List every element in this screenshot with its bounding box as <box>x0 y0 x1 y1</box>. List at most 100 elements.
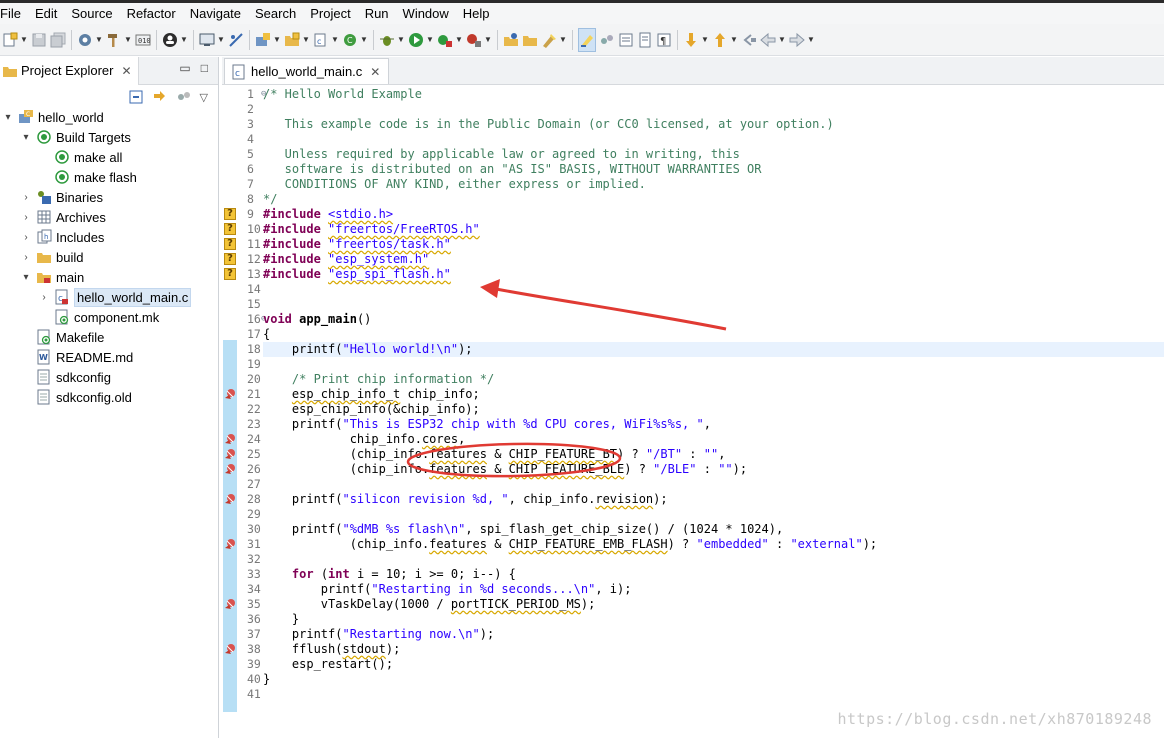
binary-button[interactable]: 010 <box>135 28 151 52</box>
code-line[interactable] <box>263 297 1164 312</box>
code-line[interactable]: Unless required by applicable law or agr… <box>263 147 1164 162</box>
tree-item-sdkconfig[interactable]: sdkconfig <box>0 367 111 387</box>
view-menu-chevron-down-icon[interactable]: ▽ <box>200 91 208 104</box>
last-edit-button[interactable] <box>741 28 757 52</box>
menu-help[interactable]: Help <box>456 3 497 24</box>
warning-marker-icon[interactable]: ? <box>224 208 236 220</box>
chevron-down-icon[interactable]: ▼ <box>701 35 709 44</box>
chevron-down-icon[interactable]: ▼ <box>397 35 405 44</box>
show-whitespace-button[interactable] <box>599 28 615 52</box>
code-line[interactable]: printf("This is ESP32 chip with %d CPU c… <box>263 417 1164 432</box>
code-line[interactable]: (chip_info.features & CHIP_FEATURE_BT) ?… <box>263 447 1164 462</box>
code-line[interactable] <box>263 132 1164 147</box>
tree-item-build[interactable]: › build <box>0 247 83 267</box>
code-line[interactable]: software is distributed on an "AS IS" BA… <box>263 162 1164 177</box>
code-line[interactable]: This example code is in the Public Domai… <box>263 117 1164 132</box>
tree-item-main[interactable]: ▾ main <box>0 267 84 287</box>
code-line[interactable]: #include "freertos/FreeRTOS.h" <box>263 222 1164 237</box>
tree-item-sdkconfig-old[interactable]: sdkconfig.old <box>0 387 132 407</box>
chevron-down-icon[interactable]: ▼ <box>455 35 463 44</box>
new-project-button[interactable]: ▼ <box>255 28 281 52</box>
code-line[interactable]: printf("Hello world!\n"); <box>263 342 1164 357</box>
next-annotation-button[interactable]: ▼ <box>683 28 709 52</box>
error-marker-icon[interactable] <box>224 598 236 610</box>
project-explorer-tab[interactable]: Project Explorer ✕ <box>0 56 139 85</box>
prev-annotation-button[interactable]: ▼ <box>712 28 738 52</box>
save-button[interactable] <box>31 28 47 52</box>
code-line[interactable] <box>263 687 1164 702</box>
code-line[interactable]: printf("Restarting in %d seconds...\n", … <box>263 582 1164 597</box>
show-pilcrow-button[interactable]: ¶ <box>656 28 672 52</box>
chevron-down-icon[interactable]: ▼ <box>273 35 281 44</box>
error-marker-icon[interactable] <box>224 538 236 550</box>
error-marker-icon[interactable] <box>224 433 236 445</box>
expand-down-icon[interactable]: ▾ <box>2 112 14 123</box>
menu-edit[interactable]: Edit <box>28 3 64 24</box>
error-marker-icon[interactable] <box>224 493 236 505</box>
tree-item-component-mk[interactable]: component.mk <box>0 307 159 327</box>
chevron-down-icon[interactable]: ▼ <box>807 35 815 44</box>
mark-occurrences-button[interactable] <box>578 27 596 52</box>
code-line[interactable]: { <box>263 327 1164 342</box>
code-line[interactable] <box>263 507 1164 522</box>
expand-right-icon[interactable]: › <box>20 192 32 203</box>
debug-button[interactable]: ▼ <box>379 28 405 52</box>
error-marker-icon[interactable] <box>224 463 236 475</box>
chevron-down-icon[interactable]: ▼ <box>95 35 103 44</box>
chevron-down-icon[interactable]: ▼ <box>778 35 786 44</box>
menu-search[interactable]: Search <box>248 3 303 24</box>
warning-marker-icon[interactable]: ? <box>224 238 236 250</box>
chevron-down-icon[interactable]: ▼ <box>559 35 567 44</box>
code-line[interactable]: for (int i = 10; i >= 0; i--) { <box>263 567 1164 582</box>
new-source-button[interactable]: c ▼ <box>313 28 339 52</box>
new-class-button[interactable]: C ▼ <box>342 28 368 52</box>
menu-source[interactable]: Source <box>64 3 119 24</box>
open-folder-button[interactable] <box>522 28 538 52</box>
menu-navigate[interactable]: Navigate <box>183 3 248 24</box>
editor-tab-hello-world-main[interactable]: c hello_world_main.c ✕ <box>224 58 390 84</box>
code-line[interactable]: chip_info.cores, <box>263 432 1164 447</box>
code-line[interactable] <box>263 282 1164 297</box>
terminal-button[interactable]: ▼ <box>199 28 225 52</box>
menu-run[interactable]: Run <box>358 3 396 24</box>
annotation-gutter[interactable]: ????? <box>222 85 241 738</box>
save-all-button[interactable] <box>50 28 66 52</box>
chevron-down-icon[interactable]: ▼ <box>302 35 310 44</box>
minimize-icon[interactable]: ▭ <box>179 61 190 75</box>
code-line[interactable]: (chip_info.features & CHIP_FEATURE_BLE) … <box>263 462 1164 477</box>
chevron-down-icon[interactable]: ▼ <box>20 35 28 44</box>
expand-down-icon[interactable]: ▾ <box>20 272 32 283</box>
menu-project[interactable]: Project <box>303 3 357 24</box>
external-tools-button[interactable]: ▼ <box>437 28 463 52</box>
code-line[interactable]: esp_chip_info_t chip_info; <box>263 387 1164 402</box>
chevron-down-icon[interactable]: ▼ <box>484 35 492 44</box>
new-folder-button[interactable]: ▼ <box>284 28 310 52</box>
code-line[interactable] <box>263 477 1164 492</box>
code-line[interactable]: printf("silicon revision %d, ", chip_inf… <box>263 492 1164 507</box>
menu-window[interactable]: Window <box>396 3 456 24</box>
menu-file[interactable]: File <box>0 3 28 24</box>
code-line[interactable]: } <box>263 672 1164 687</box>
code-line[interactable]: fflush(stdout); <box>263 642 1164 657</box>
close-icon[interactable]: ✕ <box>121 64 131 78</box>
search-button[interactable]: ▼ <box>541 28 567 52</box>
expand-right-icon[interactable]: › <box>20 232 32 243</box>
forward-button[interactable]: ▼ <box>789 28 815 52</box>
tree-item-binaries[interactable]: › Binaries <box>0 187 103 207</box>
collapse-all-icon[interactable] <box>128 89 144 105</box>
chevron-down-icon[interactable]: ▼ <box>180 35 188 44</box>
warning-marker-icon[interactable]: ? <box>224 223 236 235</box>
open-type-button[interactable] <box>503 28 519 52</box>
error-marker-icon[interactable] <box>224 643 236 655</box>
profile-button[interactable]: ▼ <box>466 28 492 52</box>
block-selection-button[interactable] <box>618 28 634 52</box>
code-line[interactable] <box>263 552 1164 567</box>
expand-down-icon[interactable]: ▾ <box>20 132 32 143</box>
tree-item-hello-world[interactable]: ▾ Chello_world <box>0 107 103 127</box>
code-line[interactable]: (chip_info.features & CHIP_FEATURE_EMB_F… <box>263 537 1164 552</box>
chevron-down-icon[interactable]: ▼ <box>360 35 368 44</box>
chevron-down-icon[interactable]: ▼ <box>331 35 339 44</box>
code-line[interactable]: #include <stdio.h> <box>263 207 1164 222</box>
tree-item-includes[interactable]: › h Includes <box>0 227 104 247</box>
error-marker-icon[interactable] <box>224 448 236 460</box>
